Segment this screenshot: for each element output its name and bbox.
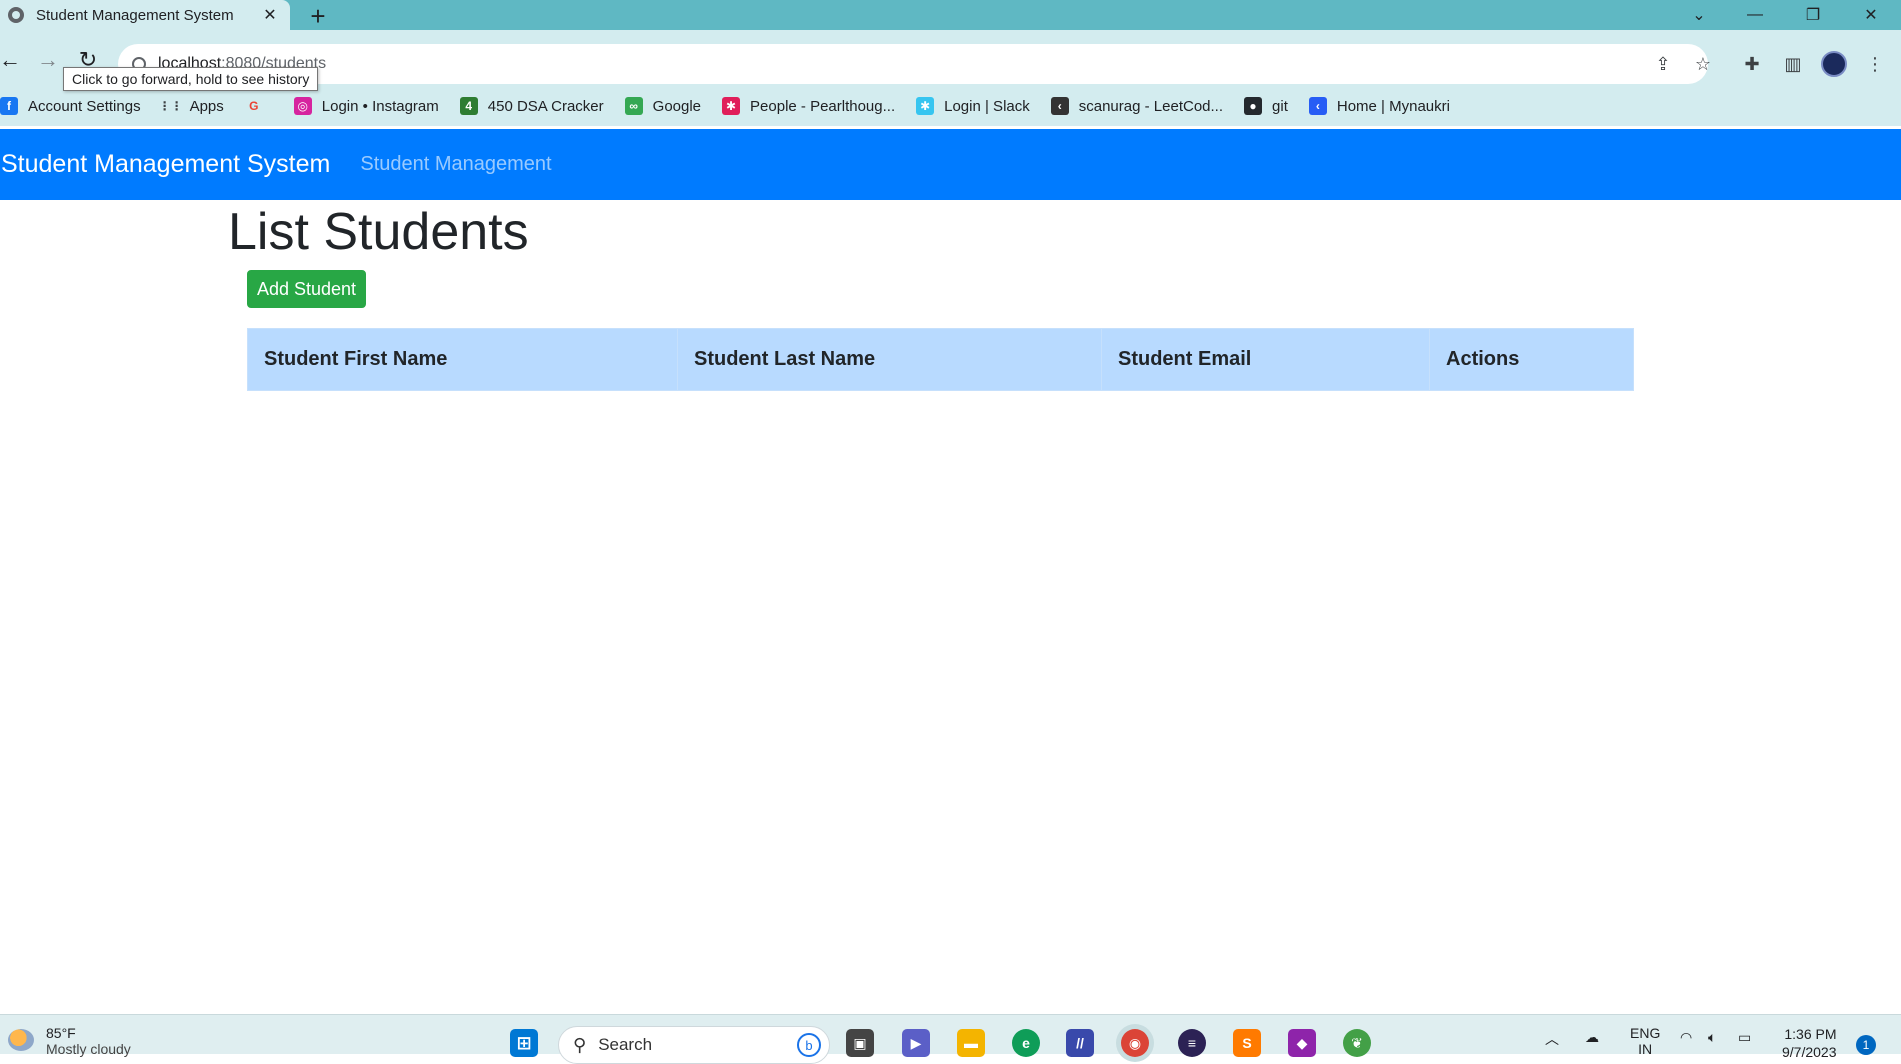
- spring-icon[interactable]: ❦: [1343, 1029, 1371, 1057]
- instagram-icon: ◎: [293, 97, 312, 115]
- bookmark-item[interactable]: ⋮⋮ Apps: [158, 97, 224, 115]
- column-header-first-name: Student First Name: [247, 328, 678, 391]
- browser-tab[interactable]: Student Management System ✕: [0, 0, 290, 30]
- sublime-icon[interactable]: S: [1233, 1029, 1261, 1057]
- bookmark-item[interactable]: ◎ Login • Instagram: [293, 97, 439, 115]
- bookmark-item[interactable]: ∞ Google: [624, 97, 702, 115]
- bookmark-label: Login | Slack: [944, 97, 1030, 115]
- volume-icon[interactable]: 🔈︎: [1708, 1029, 1716, 1046]
- nav-link-student-management[interactable]: Student Management: [360, 153, 551, 176]
- column-header-last-name: Student Last Name: [677, 328, 1102, 391]
- facebook-icon: f: [0, 97, 18, 115]
- bookmark-star-icon[interactable]: ☆: [1691, 52, 1715, 76]
- bookmark-item[interactable]: G: [245, 97, 273, 115]
- bookmark-label: Apps: [189, 97, 224, 115]
- leetcode-icon: ‹: [1050, 97, 1069, 115]
- bookmark-item[interactable]: ✱ Login | Slack: [916, 97, 1030, 115]
- side-panel-icon[interactable]: ▥: [1781, 52, 1805, 76]
- new-tab-button[interactable]: +: [306, 1, 330, 32]
- bookmark-label: Home | Mynaukri: [1336, 97, 1450, 115]
- github-icon: ●: [1244, 97, 1263, 115]
- bookmark-item[interactable]: ✱ People - Pearlthoug...: [722, 97, 895, 115]
- bookmarks-bar: f Account Settings ⋮⋮ Apps G ◎ Login • Instagr…: [0, 94, 1471, 118]
- slack-icon: ✱: [722, 97, 741, 115]
- extensions-icon[interactable]: ✚: [1740, 52, 1764, 76]
- students-table: Student First Name Student Last Name Stu…: [247, 328, 1634, 391]
- tab-search-icon[interactable]: ⌄: [1671, 0, 1727, 30]
- minimize-icon[interactable]: —: [1727, 0, 1783, 30]
- show-hidden-icons[interactable]: ︿: [1545, 1029, 1559, 1049]
- google-bookmark-icon: ∞: [624, 97, 643, 115]
- vscode-like-icon[interactable]: //: [1066, 1029, 1094, 1057]
- search-placeholder: Search: [598, 1035, 653, 1054]
- globe-icon: [8, 7, 24, 23]
- weather-condition: Mostly cloudy: [46, 1041, 131, 1057]
- google-icon: G: [249, 99, 259, 113]
- tab-title: Student Management System: [36, 6, 234, 24]
- app-navbar: Student Management System Student Manage…: [0, 129, 1901, 200]
- dsa-icon: 4: [459, 97, 478, 115]
- windows-start-icon[interactable]: ⊞: [510, 1029, 538, 1057]
- windows-taskbar: 85°F Mostly cloudy ⊞ ⚲ Search b ▣ ▶ ▬ e …: [0, 1014, 1901, 1064]
- task-view-icon[interactable]: ▣: [846, 1029, 874, 1057]
- restore-icon[interactable]: ❐: [1785, 0, 1841, 30]
- bing-icon: b: [797, 1033, 821, 1057]
- battery-icon[interactable]: ▭: [1738, 1029, 1751, 1046]
- bookmark-item[interactable]: ‹ scanurag - LeetCod...: [1050, 97, 1224, 115]
- wifi-icon[interactable]: ◠: [1680, 1029, 1692, 1046]
- share-icon[interactable]: ⇪: [1651, 52, 1675, 76]
- bookmark-label: Google: [652, 97, 702, 115]
- table-header-row: Student First Name Student Last Name Stu…: [247, 328, 1634, 391]
- file-explorer-icon[interactable]: ▬: [957, 1029, 985, 1057]
- bookmark-label: People - Pearlthoug...: [750, 97, 896, 115]
- taskbar-search[interactable]: ⚲ Search b: [558, 1026, 830, 1064]
- bookmark-label: git: [1272, 97, 1288, 115]
- address-bar[interactable]: localhost:8080/students: [118, 44, 1708, 84]
- teams-icon[interactable]: ▶: [902, 1029, 930, 1057]
- naukri-icon: ‹: [1308, 97, 1327, 115]
- search-icon: ⚲: [573, 1034, 587, 1055]
- back-icon[interactable]: ←: [0, 47, 22, 72]
- edge-icon[interactable]: e: [1012, 1029, 1040, 1057]
- weather-widget[interactable]: 85°F Mostly cloudy: [8, 1025, 131, 1057]
- forward-tooltip: Click to go forward, hold to see history: [63, 67, 319, 91]
- bookmark-label: scanurag - LeetCod...: [1078, 97, 1224, 115]
- bookmark-item[interactable]: 4 450 DSA Cracker: [459, 97, 604, 115]
- menu-icon[interactable]: ⋮: [1863, 52, 1887, 76]
- weather-temp: 85°F: [46, 1025, 76, 1041]
- bookmark-item[interactable]: ‹ Home | Mynaukri: [1308, 97, 1450, 115]
- close-tab-icon[interactable]: ✕: [258, 5, 282, 25]
- onedrive-icon[interactable]: ☁: [1585, 1029, 1599, 1046]
- close-window-icon[interactable]: ✕: [1843, 0, 1899, 30]
- navbar-brand[interactable]: Student Management System: [1, 150, 330, 179]
- slack-login-icon: ✱: [916, 97, 935, 115]
- eclipse-icon[interactable]: ≡: [1178, 1029, 1206, 1057]
- bookmark-item[interactable]: ● git: [1244, 97, 1288, 115]
- forward-icon[interactable]: →: [36, 47, 60, 72]
- app-icon[interactable]: ◆: [1288, 1029, 1316, 1057]
- profile-avatar[interactable]: [1821, 51, 1847, 77]
- column-header-email: Student Email: [1101, 328, 1430, 391]
- bookmark-label: Account Settings: [28, 97, 141, 115]
- page-title: List Students: [228, 203, 529, 261]
- chrome-icon[interactable]: ◉: [1121, 1029, 1149, 1057]
- add-student-button[interactable]: Add Student: [247, 270, 366, 308]
- bookmark-label: 450 DSA Cracker: [487, 97, 604, 115]
- tab-strip: Student Management System ✕ + ⌄ — ❐ ✕: [0, 0, 1901, 32]
- language-indicator[interactable]: ENG IN: [1630, 1025, 1660, 1057]
- apps-grid-icon: ⋮⋮: [158, 99, 183, 113]
- column-header-actions: Actions: [1429, 328, 1634, 391]
- bookmark-item[interactable]: f Account Settings: [0, 97, 141, 115]
- notification-badge[interactable]: 1: [1856, 1035, 1876, 1055]
- system-clock[interactable]: 1:36 PM 9/7/2023: [1782, 1025, 1837, 1061]
- bookmark-label: Login • Instagram: [321, 97, 439, 115]
- weather-icon: [8, 1029, 34, 1051]
